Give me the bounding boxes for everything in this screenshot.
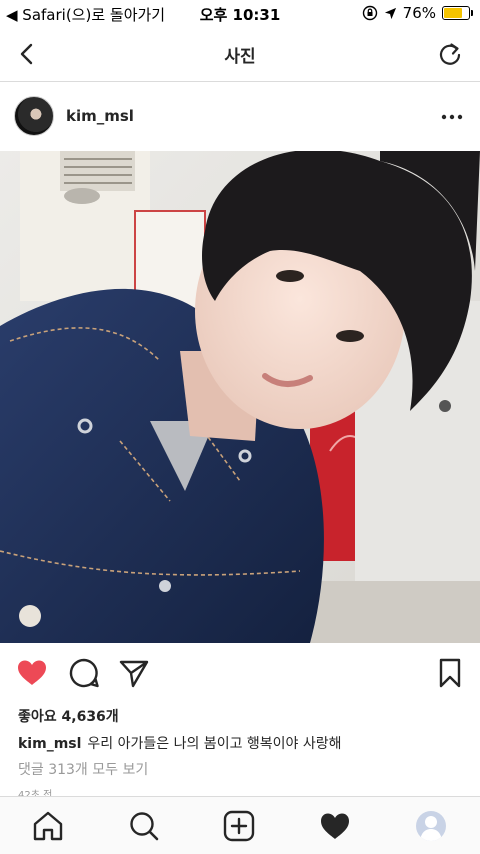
status-bar: ◀ Safari(으)로 돌아가기 오후 10:31 76%	[0, 0, 480, 26]
battery-icon	[442, 6, 473, 20]
caption-username[interactable]: kim_msl	[18, 736, 81, 752]
add-icon[interactable]	[222, 809, 256, 843]
battery-fill	[444, 8, 463, 18]
post-header: kim_msl	[0, 83, 480, 151]
home-icon[interactable]	[31, 809, 65, 843]
nav-bar: 사진	[0, 26, 480, 82]
like-count[interactable]: 좋아요 4,636개	[18, 706, 119, 726]
comment-icon[interactable]	[68, 657, 100, 689]
refresh-icon[interactable]	[436, 40, 464, 68]
activity-heart-icon[interactable]	[318, 809, 352, 843]
bookmark-icon[interactable]	[434, 657, 466, 689]
profile-silhouette-icon	[420, 816, 442, 841]
page-title: 사진	[224, 47, 256, 67]
caption-text: 우리 아가들은 나의 봄이고 행복이야 사랑해	[87, 736, 342, 752]
battery-percent: 76%	[402, 4, 436, 22]
location-arrow-icon	[384, 7, 396, 19]
send-icon[interactable]	[118, 657, 150, 689]
status-indicators: 76%	[362, 4, 473, 22]
post-actions	[0, 643, 480, 703]
post-photo[interactable]	[0, 151, 480, 643]
post-username[interactable]: kim_msl	[66, 107, 134, 125]
rotation-lock-icon	[362, 5, 377, 21]
search-icon[interactable]	[127, 809, 161, 843]
tab-bar	[0, 796, 480, 854]
view-all-comments-link[interactable]: 댓글 313개 모두 보기	[18, 759, 148, 779]
heart-icon[interactable]	[16, 657, 48, 689]
avatar[interactable]	[14, 96, 54, 136]
profile-icon[interactable]	[416, 811, 446, 841]
more-icon[interactable]	[440, 105, 464, 129]
post-caption: kim_msl 우리 아가들은 나의 봄이고 행복이야 사랑해	[18, 733, 342, 753]
post-photo-image	[0, 151, 480, 643]
